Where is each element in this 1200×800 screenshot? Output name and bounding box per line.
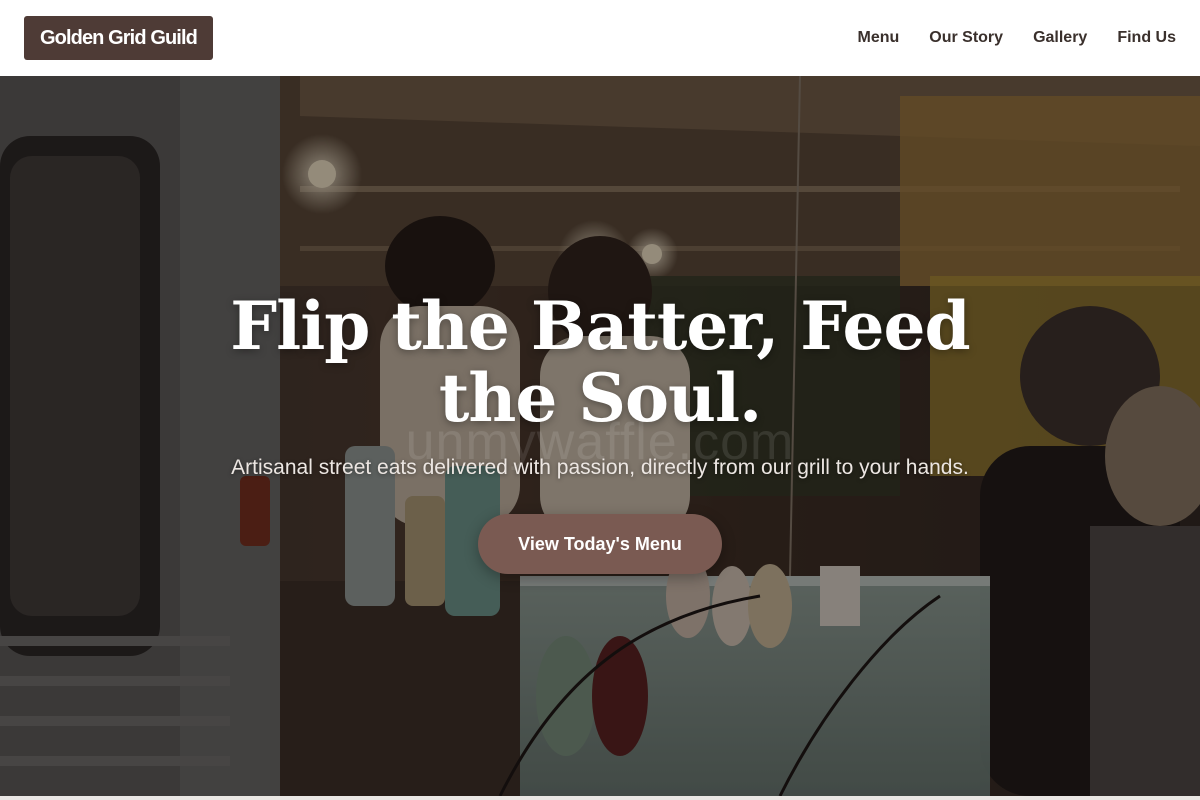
nav-item-menu[interactable]: Menu <box>857 29 899 47</box>
hero-content: Flip the Batter, Feed the Soul. Artisana… <box>0 290 1200 574</box>
main-nav: Menu Our Story Gallery Find Us <box>857 29 1176 47</box>
hero-title: Flip the Batter, Feed the Soul. <box>230 287 970 437</box>
hero-section: unmywaffle.com Flip the Batter, Feed the… <box>0 76 1200 796</box>
nav-item-gallery[interactable]: Gallery <box>1033 29 1087 47</box>
view-menu-button[interactable]: View Today's Menu <box>478 514 722 574</box>
site-header: Golden Grid Guild Menu Our Story Gallery… <box>0 0 1200 76</box>
page-bottom-edge <box>0 796 1200 800</box>
nav-item-find-us[interactable]: Find Us <box>1117 29 1176 47</box>
nav-item-our-story[interactable]: Our Story <box>929 29 1003 47</box>
hero-subtitle: Artisanal street eats delivered with pas… <box>231 456 969 479</box>
brand-logo[interactable]: Golden Grid Guild <box>24 16 213 60</box>
